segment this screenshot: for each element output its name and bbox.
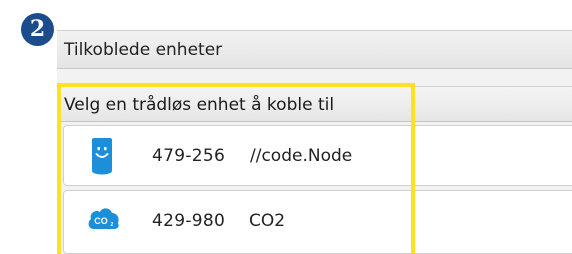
section-label: Velg en trådløs enhet å koble til [64,95,335,115]
co2-cloud-icon: CO 2 [86,205,120,235]
wireless-section-header: Velg en trådløs enhet å koble til [57,86,572,122]
svg-text:CO: CO [94,216,108,226]
device-row-co2[interactable]: CO 2 429-980 CO2 [63,190,572,254]
connected-devices-panel: Tilkoblede enheter Velg en trådløs enhet… [57,30,572,254]
panel-header: Tilkoblede enheter [57,30,572,69]
device-name: CO2 [249,211,286,231]
panel-title: Tilkoblede enheter [64,40,223,60]
code-node-icon [91,138,113,179]
svg-text:2: 2 [111,222,114,228]
device-id: 479-256 [152,146,226,166]
step-number-badge: 2 [21,13,54,46]
device-name: //code.Node [250,146,353,166]
screenshot-stage: 2 Tilkoblede enheter Velg en trådløs enh… [0,0,572,254]
device-id: 429-980 [152,211,226,231]
device-row-code-node[interactable]: 479-256 //code.Node [63,125,572,186]
